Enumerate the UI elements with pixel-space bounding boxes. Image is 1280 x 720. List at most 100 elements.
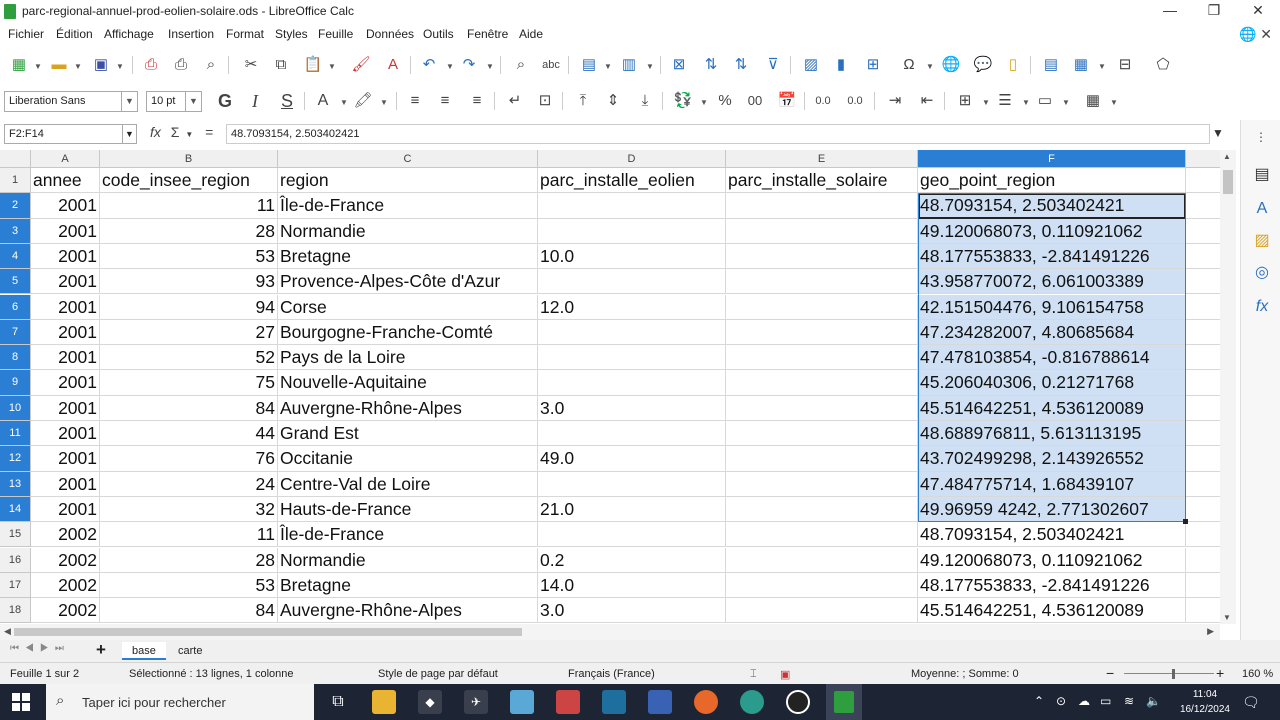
table-cell[interactable]: 48.177553833, -2.841491226 xyxy=(918,243,1186,270)
table-cell[interactable] xyxy=(1186,573,1220,599)
menu-edition[interactable]: Édition xyxy=(56,27,93,41)
table-cell[interactable]: 52 xyxy=(100,345,278,371)
highlight-color-icon[interactable]: 🖍 xyxy=(352,90,374,112)
sum-icon[interactable]: Σ xyxy=(171,124,180,140)
currency-format-icon[interactable]: 💱 xyxy=(672,90,694,112)
header-cell[interactable]: parc_installe_solaire xyxy=(726,168,918,194)
table-cell[interactable] xyxy=(1186,396,1220,421)
table-cell[interactable]: 2002 xyxy=(31,547,100,573)
table-cell[interactable]: 49.96959 4242, 2.771302607 xyxy=(918,496,1186,523)
wrap-text-icon[interactable]: ↵ xyxy=(504,90,526,112)
sheet-nav-arrows-icon[interactable]: ⏮◀▶⏭ xyxy=(10,643,70,654)
insert-image-icon[interactable]: ▨ xyxy=(800,54,822,76)
save-icon[interactable]: ▣ xyxy=(90,54,112,76)
row-header[interactable]: 13 xyxy=(0,471,31,497)
cut-icon[interactable]: ✂ xyxy=(240,54,262,76)
copy-icon[interactable]: ⧉ xyxy=(270,54,292,76)
table-cell[interactable] xyxy=(726,522,918,548)
vertical-scrollbar[interactable]: ▲ ▼ xyxy=(1220,150,1236,624)
table-cell[interactable] xyxy=(1186,522,1220,548)
column-header-g[interactable] xyxy=(1186,150,1220,168)
row-header[interactable]: 16 xyxy=(0,547,31,573)
row-header[interactable]: 12 xyxy=(0,446,31,472)
table-cell[interactable]: 84 xyxy=(100,598,278,624)
table-cell[interactable]: 32 xyxy=(100,496,278,523)
italic-button[interactable]: I xyxy=(244,90,266,112)
table-cell[interactable] xyxy=(726,319,918,346)
chevron-down-icon[interactable]: ▼ xyxy=(34,62,42,71)
table-cell[interactable]: Île-de-France xyxy=(278,193,538,219)
undo-icon[interactable]: ↶ xyxy=(418,54,440,76)
app-icon[interactable]: ✈ xyxy=(464,690,488,714)
column-header-f[interactable]: F xyxy=(918,150,1186,168)
gallery-icon[interactable]: ▨ xyxy=(1251,230,1273,252)
table-cell[interactable] xyxy=(726,243,918,270)
align-top-icon[interactable]: ⤒ xyxy=(572,90,594,112)
print-preview-icon[interactable]: ⌕ xyxy=(200,54,222,76)
table-cell[interactable]: 53 xyxy=(100,572,278,599)
menu-insertion[interactable]: Insertion xyxy=(168,27,214,41)
formula-equals-icon[interactable]: = xyxy=(205,124,213,140)
table-cell[interactable]: 84 xyxy=(100,395,278,421)
table-cell[interactable]: 76 xyxy=(100,446,278,472)
table-cell[interactable]: 49.120068073, 0.110921062 xyxy=(918,547,1186,573)
battery-icon[interactable]: ▭ xyxy=(1100,694,1111,708)
menu-format[interactable]: Format xyxy=(226,27,264,41)
chevron-down-icon[interactable]: ▼ xyxy=(486,62,494,71)
comment-icon[interactable]: 💬 xyxy=(972,54,994,76)
app-icon[interactable] xyxy=(602,690,626,714)
table-cell[interactable]: 10.0 xyxy=(538,243,726,270)
open-folder-icon[interactable]: ▬ xyxy=(48,54,70,76)
menu-feuille[interactable]: Feuille xyxy=(318,27,353,41)
name-box[interactable]: F2:F14 ▼ xyxy=(4,124,137,144)
close-button[interactable]: ✕ xyxy=(1236,0,1280,22)
table-cell[interactable]: 43.702499298, 2.143926552 xyxy=(918,446,1186,472)
zoom-slider[interactable] xyxy=(1124,673,1214,674)
formula-input[interactable]: 48.7093154, 2.503402421 xyxy=(226,124,1210,144)
row-icon[interactable]: ▤ xyxy=(578,54,600,76)
table-cell[interactable]: 2002 xyxy=(31,572,100,599)
zoom-out-button[interactable]: − xyxy=(1106,665,1114,681)
language-indicator[interactable]: Français (France) xyxy=(568,668,655,680)
chevron-down-icon[interactable]: ▼ xyxy=(328,62,336,71)
table-cell[interactable]: 2001 xyxy=(31,319,100,346)
table-cell[interactable]: 2001 xyxy=(31,294,100,320)
row-header[interactable]: 6 xyxy=(0,294,31,320)
table-cell[interactable]: Nouvelle-Aquitaine xyxy=(278,370,538,396)
chevron-down-icon[interactable]: ▼ xyxy=(74,62,82,71)
taskbar-clock[interactable]: 11:04 16/12/2024 xyxy=(1180,687,1230,717)
table-cell[interactable] xyxy=(726,395,918,421)
table-cell[interactable]: Auvergne-Rhône-Alpes xyxy=(278,598,538,624)
special-character-icon[interactable]: Ω xyxy=(898,54,920,76)
chevron-down-icon[interactable]: ▼ xyxy=(604,62,612,71)
table-cell[interactable]: 53 xyxy=(100,243,278,270)
table-cell[interactable] xyxy=(538,421,726,447)
sidebar-menu-icon[interactable]: ⋮ xyxy=(1255,130,1267,144)
align-middle-icon[interactable]: ⇕ xyxy=(602,90,624,112)
table-cell[interactable]: 11 xyxy=(100,522,278,548)
table-cell[interactable] xyxy=(1186,193,1220,219)
edge-icon[interactable] xyxy=(740,690,764,714)
table-cell[interactable]: Bourgogne-Franche-Comté xyxy=(278,319,538,346)
row-header[interactable]: 11 xyxy=(0,421,31,447)
add-sheet-button[interactable]: + xyxy=(96,640,106,660)
table-cell[interactable]: 2001 xyxy=(31,395,100,421)
number-format-button[interactable]: 00 xyxy=(744,90,766,112)
scrollbar-thumb[interactable] xyxy=(1223,170,1233,194)
select-all-corner[interactable] xyxy=(0,150,31,168)
row-header[interactable]: 7 xyxy=(0,319,31,346)
styles-icon[interactable]: A xyxy=(1251,198,1273,220)
table-cell[interactable]: 47.484775714, 1.68439107 xyxy=(918,471,1186,497)
table-cell[interactable]: 2001 xyxy=(31,269,100,295)
chevron-down-icon[interactable]: ▼ xyxy=(1110,98,1118,107)
restore-button[interactable]: ❐ xyxy=(1192,0,1236,22)
header-cell[interactable]: code_insee_region xyxy=(100,168,278,194)
table-cell[interactable] xyxy=(538,269,726,295)
spreadsheet-grid[interactable]: A B C D E F 1 annee code_insee_region region parc_… xyxy=(0,150,1220,624)
percent-format-button[interactable]: % xyxy=(714,90,736,112)
print-icon[interactable]: ⎙ xyxy=(170,54,192,76)
clone-formatting-icon[interactable]: 🖌 xyxy=(350,54,372,76)
chevron-down-icon[interactable]: ▼ xyxy=(1062,98,1070,107)
table-cell[interactable]: 48.177553833, -2.841491226 xyxy=(918,572,1186,599)
table-cell[interactable] xyxy=(726,218,918,244)
